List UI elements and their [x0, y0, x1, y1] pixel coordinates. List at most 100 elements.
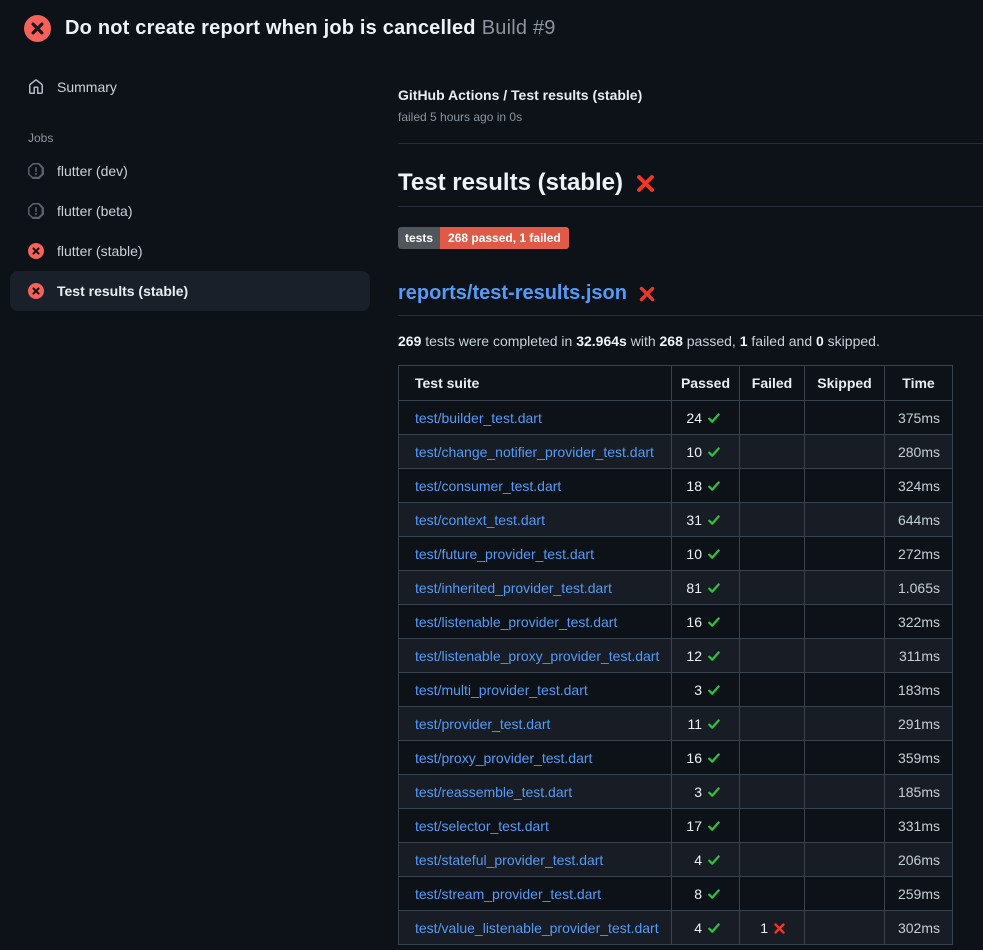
table-row: test/stateful_provider_test.dart 4 206ms — [399, 843, 953, 877]
check-icon — [707, 819, 721, 833]
time-cell: 644ms — [885, 503, 953, 537]
test-suite-link[interactable]: test/inherited_provider_test.dart — [415, 580, 612, 596]
sidebar-job-item[interactable]: flutter (beta) — [10, 191, 370, 231]
passed-cell: 31 — [672, 503, 740, 537]
test-suite-link[interactable]: test/builder_test.dart — [415, 410, 542, 426]
passed-cell: 17 — [672, 809, 740, 843]
job-label: flutter (stable) — [57, 243, 143, 259]
sidebar-item-summary[interactable]: Summary — [0, 69, 380, 105]
passed-cell: 24 — [672, 401, 740, 435]
summary-label: Summary — [57, 79, 117, 95]
skipped-cell — [805, 809, 885, 843]
failed-cell — [740, 605, 805, 639]
failed-cell — [740, 877, 805, 911]
skipped-cell — [805, 503, 885, 537]
cross-mark-icon — [635, 173, 656, 194]
table-row: test/selector_test.dart 17 331ms — [399, 809, 953, 843]
badge-value: 268 passed, 1 failed — [440, 227, 569, 249]
table-row: test/value_listenable_provider_test.dart… — [399, 911, 953, 945]
test-suite-link[interactable]: test/provider_test.dart — [415, 716, 550, 732]
table-row: test/listenable_proxy_provider_test.dart… — [399, 639, 953, 673]
x-circle-fill-icon — [28, 243, 44, 259]
passed-cell: 16 — [672, 741, 740, 775]
section-title: Test results (stable) — [398, 169, 623, 197]
skipped-cell — [805, 435, 885, 469]
failed-cell — [740, 503, 805, 537]
run-meta: failed 5 hours ago in 0s — [398, 110, 983, 124]
table-row: test/builder_test.dart 24 375ms — [399, 401, 953, 435]
passed-cell: 16 — [672, 605, 740, 639]
divider — [398, 143, 983, 144]
time-cell: 183ms — [885, 673, 953, 707]
failed-cell — [740, 809, 805, 843]
table-row: test/change_notifier_provider_test.dart … — [399, 435, 953, 469]
column-header: Failed — [740, 366, 805, 401]
failed-cell — [740, 775, 805, 809]
failed-cell — [740, 401, 805, 435]
time-cell: 280ms — [885, 435, 953, 469]
test-suite-link[interactable]: test/listenable_proxy_provider_test.dart — [415, 648, 659, 664]
passed-cell: 3 — [672, 673, 740, 707]
table-row: test/inherited_provider_test.dart 81 1.0… — [399, 571, 953, 605]
page-title: Do not create report when job is cancell… — [65, 17, 556, 40]
time-cell: 259ms — [885, 877, 953, 911]
failed-cell — [740, 537, 805, 571]
report-title-link[interactable]: reports/test-results.json — [398, 282, 627, 305]
check-icon — [707, 785, 721, 799]
table-row: test/provider_test.dart 11 291ms — [399, 707, 953, 741]
passed-cell: 4 — [672, 911, 740, 945]
test-suite-link[interactable]: test/multi_provider_test.dart — [415, 682, 588, 698]
job-list: flutter (dev) flutter (beta) flutter (st… — [0, 151, 380, 311]
check-icon — [707, 717, 721, 731]
failed-cell — [740, 707, 805, 741]
time-cell: 322ms — [885, 605, 953, 639]
tests-badge: tests 268 passed, 1 failed — [398, 227, 569, 249]
time-cell: 324ms — [885, 469, 953, 503]
table-row: test/listenable_provider_test.dart 16 32… — [399, 605, 953, 639]
test-suite-link[interactable]: test/selector_test.dart — [415, 818, 549, 834]
x-circle-fill-icon — [28, 283, 44, 299]
job-status-icon — [28, 283, 44, 299]
badge-label: tests — [398, 227, 440, 249]
check-icon — [707, 411, 721, 425]
test-suite-link[interactable]: test/change_notifier_provider_test.dart — [415, 444, 654, 460]
test-suite-link[interactable]: test/consumer_test.dart — [415, 478, 561, 494]
test-suite-link[interactable]: test/stateful_provider_test.dart — [415, 852, 603, 868]
sidebar-job-item[interactable]: flutter (dev) — [10, 151, 370, 191]
test-suite-link[interactable]: test/context_test.dart — [415, 512, 545, 528]
skipped-cell — [805, 911, 885, 945]
table-row: test/consumer_test.dart 18 324ms — [399, 469, 953, 503]
test-suite-link[interactable]: test/listenable_provider_test.dart — [415, 614, 617, 630]
check-icon — [707, 547, 721, 561]
passed-cell: 12 — [672, 639, 740, 673]
job-status-icon — [28, 243, 44, 259]
report-heading: reports/test-results.json — [398, 282, 983, 316]
test-suite-link[interactable]: test/reassemble_test.dart — [415, 784, 572, 800]
time-cell: 375ms — [885, 401, 953, 435]
build-number: Build #9 — [482, 17, 556, 39]
passed-cell: 10 — [672, 537, 740, 571]
skipped-cell — [805, 707, 885, 741]
sidebar-job-item[interactable]: Test results (stable) — [10, 271, 370, 311]
table-row: test/context_test.dart 31 644ms — [399, 503, 953, 537]
time-cell: 291ms — [885, 707, 953, 741]
test-suite-link[interactable]: test/stream_provider_test.dart — [415, 886, 601, 902]
failed-cell: 1 — [740, 911, 805, 945]
test-suite-link[interactable]: test/future_provider_test.dart — [415, 546, 594, 562]
test-suite-link[interactable]: test/proxy_provider_test.dart — [415, 750, 592, 766]
jobs-section-label: Jobs — [0, 105, 380, 151]
job-label: flutter (dev) — [57, 163, 128, 179]
table-row: test/proxy_provider_test.dart 16 359ms — [399, 741, 953, 775]
time-cell: 272ms — [885, 537, 953, 571]
skipped-cell — [805, 571, 885, 605]
passed-cell: 3 — [672, 775, 740, 809]
time-cell: 311ms — [885, 639, 953, 673]
skipped-cell — [805, 401, 885, 435]
skipped-cell — [805, 605, 885, 639]
time-cell: 302ms — [885, 911, 953, 945]
column-header: Time — [885, 366, 953, 401]
check-icon — [707, 581, 721, 595]
test-suite-link[interactable]: test/value_listenable_provider_test.dart — [415, 920, 659, 936]
time-cell: 185ms — [885, 775, 953, 809]
sidebar-job-item[interactable]: flutter (stable) — [10, 231, 370, 271]
